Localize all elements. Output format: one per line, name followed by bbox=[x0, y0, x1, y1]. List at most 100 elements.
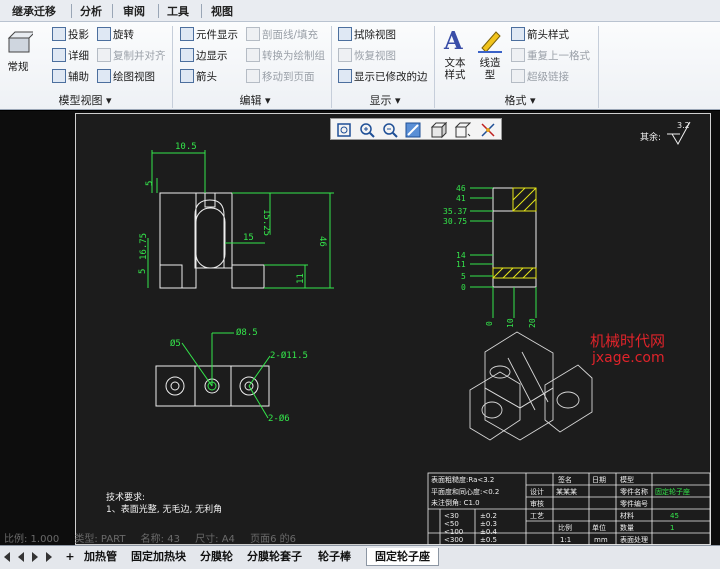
tb-design: 设计 bbox=[530, 487, 544, 496]
sheet-tab-film-wheel[interactable]: 分膜轮 bbox=[200, 548, 233, 566]
dim-10-5: 10.5 bbox=[175, 142, 197, 152]
tb-review: 审核 bbox=[530, 499, 544, 508]
technical-requirements: 技术要求: 1、表面光整, 无毛边, 无利角 bbox=[106, 492, 222, 516]
front-view-left-block bbox=[159, 192, 197, 289]
prev-sheet-arrow[interactable] bbox=[18, 552, 24, 562]
tb-part-name: 固定轮子座 bbox=[655, 487, 690, 496]
tb-process: 工艺 bbox=[530, 512, 544, 520]
tech-req-item-1: 1、表面光整, 无毛边, 无利角 bbox=[106, 505, 223, 515]
tb-tol-4a: <300 bbox=[444, 536, 463, 544]
dim-46: 46 bbox=[317, 236, 327, 247]
side-dim-46: 46 bbox=[456, 184, 466, 193]
dim-5-b: 5 bbox=[138, 269, 148, 274]
tb-scale: 1:1 bbox=[560, 536, 571, 544]
dim-5-a: 5 bbox=[145, 181, 155, 186]
tb-scale-label: 比例 bbox=[558, 523, 572, 532]
dim-15-25: 15.25 bbox=[261, 209, 271, 236]
bottom-dim-20: 20 bbox=[528, 318, 537, 328]
saved-orientations-icon bbox=[454, 122, 472, 138]
tb-tol-1b: ±0.2 bbox=[480, 512, 497, 520]
watermark-chinese: 机械时代网 bbox=[590, 332, 666, 350]
status-type: 类型: PART bbox=[74, 534, 126, 545]
tb-tol-3b: ±0.4 bbox=[480, 528, 498, 536]
status-size: 尺寸: A4 bbox=[195, 534, 235, 545]
dim-11: 11 bbox=[296, 273, 306, 284]
datum-display-button[interactable] bbox=[479, 121, 497, 139]
dim-dia-8-5: Ø8.5 bbox=[236, 327, 258, 338]
zoom-out-icon bbox=[383, 123, 398, 138]
display-style-icon bbox=[430, 121, 448, 139]
drawing-canvas: 10.5 5 15.25 16.75 46 15 11 5 Ø8.5 Ø5 2-… bbox=[138, 121, 711, 545]
side-dim-0: 0 bbox=[461, 283, 466, 292]
status-name: 名称: 43 bbox=[140, 534, 180, 545]
datum-display-icon bbox=[481, 123, 495, 137]
front-view-right-block bbox=[231, 264, 265, 289]
sheet-status: 比例: 1.000 类型: PART 名称: 43 尺寸: A4 页面6 的6 bbox=[4, 530, 308, 545]
side-dim-5: 5 bbox=[461, 272, 466, 281]
next-sheet-arrow[interactable] bbox=[32, 552, 38, 562]
tb-tol-3a: <100 bbox=[444, 528, 463, 536]
refit-button[interactable] bbox=[335, 121, 353, 139]
tb-qty: 1 bbox=[670, 524, 674, 532]
sheet-tab-wheel-rod[interactable]: 轮子棒 bbox=[318, 548, 351, 566]
saved-orientations-button[interactable] bbox=[453, 121, 472, 139]
tb-material-label: 材料 bbox=[620, 511, 634, 520]
tb-tol-2b: ±0.3 bbox=[480, 520, 497, 528]
tb-tol-4b: ±0.5 bbox=[480, 536, 497, 544]
tb-part-no-label: 零件编号 bbox=[620, 499, 648, 508]
front-view-foot-left bbox=[159, 264, 183, 289]
status-ratio: 比例: 1.000 bbox=[4, 534, 60, 545]
side-dim-11: 11 bbox=[456, 260, 466, 269]
sheet-tab-fixed-wheel-seat[interactable]: 固定轮子座 bbox=[366, 548, 439, 566]
dim-2-dia-6: 2-Ø6 bbox=[268, 413, 290, 424]
bottom-dim-0: 0 bbox=[485, 321, 494, 326]
zoom-in-icon bbox=[360, 123, 375, 138]
graphics-view-toolbar bbox=[330, 118, 502, 140]
tb-unit-label: 单位 bbox=[592, 523, 606, 532]
zoom-out-button[interactable] bbox=[381, 121, 399, 139]
roughness-note: 其余: bbox=[640, 133, 662, 143]
tb-qty-label: 数量 bbox=[620, 523, 634, 532]
dim-2-dia-11-5: 2-Ø11.5 bbox=[270, 350, 308, 361]
refit-icon bbox=[337, 123, 351, 137]
tb-roughness: 表面粗糙度:Ra<3.2 bbox=[431, 475, 494, 484]
tb-surface-label: 表面处理 bbox=[620, 535, 648, 544]
repaint-icon bbox=[405, 122, 421, 138]
sheet-tab-heating-tube[interactable]: 加热管 bbox=[84, 548, 117, 566]
tb-unit: mm bbox=[594, 536, 608, 544]
side-dim-30-75: 30.75 bbox=[443, 217, 467, 226]
watermark-english: jxage.com bbox=[592, 350, 665, 366]
tb-signature: 签名 bbox=[558, 475, 572, 484]
tb-tol-1a: <30 bbox=[444, 512, 459, 520]
sheet-tab-fixed-heating-block[interactable]: 固定加热块 bbox=[131, 548, 186, 566]
tb-model: 模型 bbox=[620, 475, 634, 484]
dim-16-75: 16.75 bbox=[139, 233, 149, 260]
tb-designer: 某某某 bbox=[556, 488, 577, 496]
side-view-hatch bbox=[492, 187, 537, 279]
isometric-view bbox=[469, 331, 593, 441]
last-sheet-arrow[interactable] bbox=[46, 552, 52, 562]
tb-flatness: 平面度和同心度:<0.2 bbox=[431, 487, 499, 496]
bottom-dim-10: 10 bbox=[506, 318, 515, 328]
sheet-tab-bar: + 加热管 固定加热块 分膜轮 分膜轮套子 轮子棒 固定轮子座 bbox=[0, 545, 720, 569]
sheet-tab-film-wheel-sleeve[interactable]: 分膜轮套子 bbox=[247, 548, 302, 566]
roughness-value: 3.2 bbox=[677, 121, 690, 130]
top-view-hole-left bbox=[165, 376, 185, 396]
tb-tol-2a: <50 bbox=[444, 520, 459, 528]
zoom-in-button[interactable] bbox=[358, 121, 376, 139]
tb-material: 45 bbox=[670, 512, 679, 520]
repaint-button[interactable] bbox=[404, 121, 422, 139]
dim-dia-5: Ø5 bbox=[170, 338, 181, 349]
display-style-button[interactable] bbox=[429, 121, 448, 139]
tb-date: 日期 bbox=[592, 476, 606, 484]
status-page: 页面6 的6 bbox=[250, 534, 296, 545]
side-dim-41: 41 bbox=[456, 194, 466, 203]
side-dim-35-37: 35.37 bbox=[443, 207, 467, 216]
tb-chamfer: 未注倒角: C1.0 bbox=[431, 498, 480, 507]
first-sheet-arrow[interactable] bbox=[4, 552, 10, 562]
side-dim-14: 14 bbox=[456, 251, 466, 260]
add-sheet-button[interactable]: + bbox=[64, 548, 76, 566]
front-view-slot bbox=[195, 207, 226, 269]
dim-15: 15 bbox=[243, 233, 254, 243]
tb-part-name-label: 零件名称 bbox=[620, 487, 648, 496]
